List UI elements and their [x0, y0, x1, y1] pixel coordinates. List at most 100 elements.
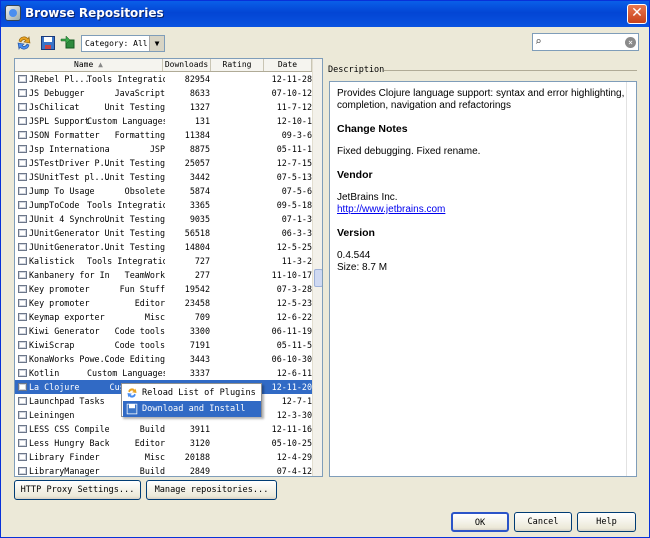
plugin-icon — [16, 450, 28, 464]
plugin-icon — [16, 100, 28, 114]
title-bar[interactable]: Browse Repositories ✕ — [1, 1, 649, 27]
plugin-category: Tools Integration — [87, 200, 165, 210]
table-row[interactable]: JUnitGenerator Unit Testing 56518 06-3-3 — [15, 226, 312, 240]
plugin-downloads: 11384 — [184, 130, 210, 140]
plugin-icon — [16, 408, 28, 422]
column-header-name[interactable]: Name ▲ — [15, 59, 163, 71]
plugin-category: Build — [139, 466, 165, 476]
plugin-icon — [16, 352, 28, 366]
plugin-category: JSP — [149, 144, 165, 154]
plugin-date: 12-6-22 — [276, 312, 312, 322]
ok-button[interactable]: OK — [451, 512, 509, 532]
plugin-category: Editor — [134, 298, 165, 308]
plugin-date: 12-11-20 — [271, 382, 312, 392]
description-scrollbar[interactable] — [626, 82, 636, 476]
table-row[interactable]: Kanbanery for Inte...TeamWork27711-10-17 — [15, 268, 312, 282]
http-proxy-settings-button[interactable]: HTTP Proxy Settings... — [14, 480, 141, 500]
plugin-date: 06-11-19 — [271, 326, 312, 336]
search-input[interactable]: ⌕ × — [532, 33, 639, 51]
table-row[interactable]: JSON Formatter Formatting 11384 09-3-6 — [15, 128, 312, 142]
plugin-downloads: 5874 — [189, 186, 210, 196]
plugin-downloads: 3443 — [189, 354, 210, 364]
plugin-icon — [16, 282, 28, 296]
table-row[interactable]: Keymap exporter Misc 709 12-6-22 — [15, 310, 312, 324]
plugin-date: 07-10-12 — [271, 88, 312, 98]
change-notes-title: Change Notes — [337, 123, 408, 135]
vendor-url-link[interactable]: http://www.jetbrains.com — [337, 204, 445, 215]
plugin-downloads: 3911 — [189, 424, 210, 434]
save-icon[interactable] — [40, 35, 56, 51]
plugin-date: 12-3-30 — [276, 410, 312, 420]
table-row[interactable]: JsChilicat Unit Testing 1327 11-7-12 — [15, 100, 312, 114]
table-row[interactable]: Jump To Usage Obsolete 5874 07-5-6 — [15, 184, 312, 198]
table-row[interactable]: Jsp InternationalizerJSP887505-11-1 — [15, 142, 312, 156]
clear-search-icon[interactable]: × — [625, 37, 636, 48]
plugin-downloads: 8633 — [189, 88, 210, 98]
table-row[interactable]: JSUnitTest pl... Unit Testing 3442 07-5-13 — [15, 170, 312, 184]
chevron-down-icon[interactable]: ▼ — [149, 36, 164, 51]
plugin-downloads: 20188 — [184, 452, 210, 462]
plugin-icon — [16, 142, 28, 156]
plugin-category: Build — [139, 424, 165, 434]
plugin-category: Tools Integration — [87, 74, 165, 84]
table-row[interactable]: Key promoter Editor 23458 12-5-23 — [15, 296, 312, 310]
help-button[interactable]: Help — [577, 512, 636, 532]
plugin-date: 12-7-15 — [276, 158, 312, 168]
plugin-date: 05-11-1 — [276, 144, 312, 154]
table-row[interactable]: JSPL Support Custom Languages 131 12-10-1 — [15, 114, 312, 128]
plugin-category: Unit Testing — [104, 214, 165, 224]
version-value: 0.4.544 — [337, 250, 371, 261]
vertical-scrollbar[interactable] — [312, 59, 322, 476]
table-row[interactable]: JUnitGenerator... Unit Testing 14804 12-5-2… — [15, 240, 312, 254]
plugin-category: Misc — [144, 312, 165, 322]
plugin-category: Editor — [134, 438, 165, 448]
description-header-label: Description — [328, 65, 385, 75]
table-row[interactable]: Library Finder Misc 20188 12-4-29 — [15, 450, 312, 464]
menu-item-label: Download and Install — [142, 404, 246, 414]
table-row[interactable]: JumpToCode Tools Integration 3365 09-5-18 — [15, 198, 312, 212]
manage-repositories-button[interactable]: Manage repositories... — [146, 480, 277, 500]
table-row[interactable]: KonaWorks Powe... Code Editing 3443 06-10-3… — [15, 352, 312, 366]
table-row[interactable]: KiwiScrap Code tools 7191 05-11-5 — [15, 338, 312, 352]
plugin-category: Unit Testing — [104, 228, 165, 238]
context-menu: Reload List of Plugins Download and Inst… — [121, 383, 262, 417]
plugin-category: Unit Testing — [104, 242, 165, 252]
table-row[interactable]: LESS CSS Compiler Build 3911 12-11-16 — [15, 422, 312, 436]
plugin-downloads: 2849 — [189, 466, 210, 476]
table-row[interactable]: Kotlin Custom Languages 3337 12-6-11 — [15, 366, 312, 380]
plugin-downloads: 3337 — [189, 368, 210, 378]
plugin-icon — [16, 198, 28, 212]
plugin-name: Launchpad Tasks Pro... — [29, 396, 109, 406]
table-row[interactable]: Kiwi Generator Code tools 3300 06-11-19 — [15, 324, 312, 338]
description-text: Provides Clojure language support: synta… — [337, 88, 625, 111]
menu-item-download-install[interactable]: Download and Install — [123, 401, 261, 417]
version-info: 0.4.544 Size: 8.7 M — [337, 250, 629, 274]
plugin-date: 12-11-28 — [271, 74, 312, 84]
table-row[interactable]: JUnit 4 Synchro...Unit Testing903507-1-3 — [15, 212, 312, 226]
plugin-category: Obsolete — [124, 186, 165, 196]
table-row[interactable]: Key promoter Fun Stuff 19542 07-3-28 — [15, 282, 312, 296]
install-icon[interactable] — [60, 34, 76, 50]
sort-asc-icon: ▲ — [98, 60, 103, 69]
table-row[interactable]: Kalistick Tools Integration 727 11-3-2 — [15, 254, 312, 268]
column-header-rating[interactable]: Rating — [211, 59, 264, 71]
column-header-downloads[interactable]: Downloads — [163, 59, 211, 71]
table-row[interactable]: LibraryManager Build 2849 07-4-12 — [15, 464, 312, 476]
plugin-category: Fun Stuff — [119, 284, 165, 294]
scrollbar-thumb[interactable] — [314, 269, 322, 287]
table-row[interactable]: JSTestDriver P... Unit Testing 25057 12-7-1… — [15, 156, 312, 170]
table-row[interactable]: Less Hungry BackspaceEditor312005-10-25 — [15, 436, 312, 450]
table-row[interactable]: JRebel Pl... Tools Integration 82954 12-11-… — [15, 72, 312, 86]
plugin-category: Unit Testing — [104, 102, 165, 112]
table-row[interactable]: JS Debugger JavaScript 8633 07-10-12 — [15, 86, 312, 100]
category-select[interactable]: Category: All ▼ — [81, 35, 165, 52]
column-header-date[interactable]: Date — [264, 59, 312, 71]
menu-item-reload[interactable]: Reload List of Plugins — [123, 385, 261, 401]
vendor-name: JetBrains Inc. — [337, 192, 398, 203]
refresh-icon[interactable] — [16, 35, 32, 51]
plugin-date: 12-6-11 — [276, 368, 312, 378]
plugin-downloads: 3300 — [189, 326, 210, 336]
cancel-button[interactable]: Cancel — [514, 512, 572, 532]
vendor-info: JetBrains Inc. http://www.jetbrains.com — [337, 192, 629, 216]
close-button[interactable]: ✕ — [627, 4, 647, 24]
